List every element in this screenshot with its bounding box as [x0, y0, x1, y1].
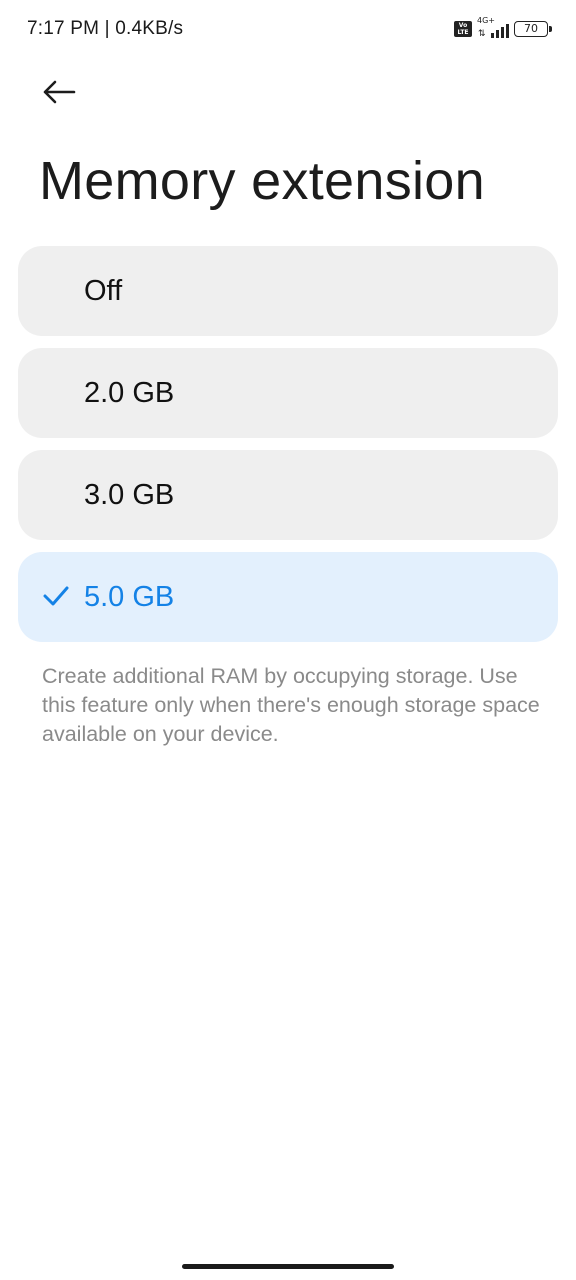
option-3gb[interactable]: 3.0 GB [18, 450, 558, 540]
data-activity-icon: ⇅ [478, 29, 486, 39]
option-2gb[interactable]: 2.0 GB [18, 348, 558, 438]
signal-bars-icon [491, 24, 509, 38]
signal-icon: 4G+ ⇅ [477, 16, 509, 39]
option-label: 3.0 GB [84, 479, 175, 511]
checkmark-icon [43, 586, 69, 606]
back-button[interactable] [34, 70, 84, 114]
page-title: Memory extension [39, 151, 485, 211]
status-time-and-speed: 7:17 PM | 0.4KB/s [27, 18, 184, 39]
option-label: 5.0 GB [84, 581, 175, 613]
memory-options-list: Off 2.0 GB 3.0 GB 5.0 GB [18, 246, 558, 654]
battery-level: 70 [524, 22, 538, 35]
option-5gb[interactable]: 5.0 GB [18, 552, 558, 642]
volte-icon: Vo LTE [454, 21, 472, 37]
arrow-left-icon [43, 80, 76, 104]
status-bar: 7:17 PM | 0.4KB/s Vo LTE 4G+ ⇅ 70 [0, 0, 576, 58]
option-label: Off [84, 275, 123, 307]
option-off[interactable]: Off [18, 246, 558, 336]
home-indicator[interactable] [182, 1264, 394, 1269]
option-label: 2.0 GB [84, 377, 175, 409]
status-icons: Vo LTE 4G+ ⇅ 70 [454, 16, 552, 40]
battery-icon: 70 [514, 21, 552, 37]
description-text: Create additional RAM by occupying stora… [42, 664, 540, 746]
